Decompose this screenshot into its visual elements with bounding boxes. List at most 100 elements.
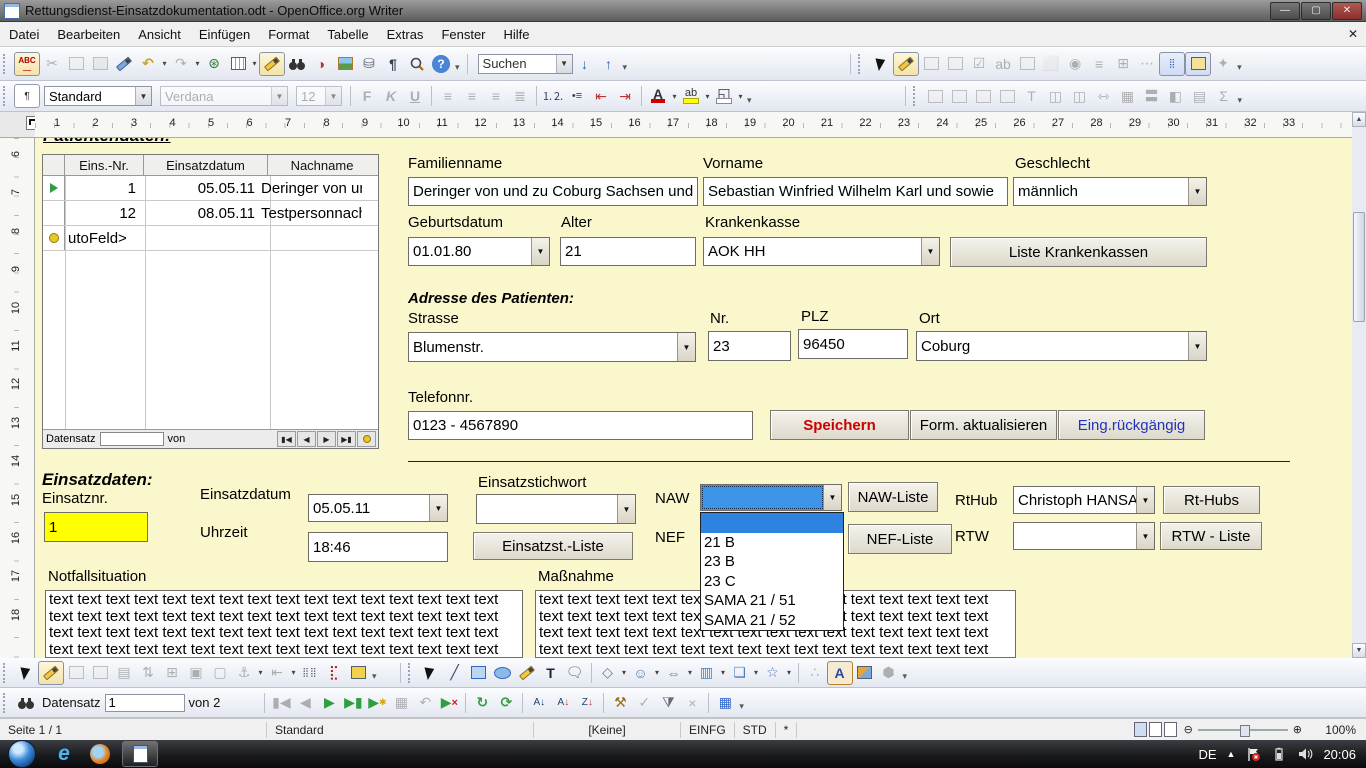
symbol-shapes-dropdown-icon[interactable]: ▾ [653, 668, 662, 677]
fd-form-navigator-icon[interactable]: ▤ [112, 662, 136, 684]
data-sources-icon[interactable]: ⛁ [357, 53, 381, 75]
vertical-scrollbar[interactable]: ▲ ▼ [1352, 112, 1366, 658]
fd-ungroup-icon[interactable]: ▢ [208, 662, 232, 684]
menu-bearbeiten[interactable]: Bearbeiten [48, 24, 129, 45]
select-icon[interactable] [869, 53, 893, 75]
data-source-as-table-icon[interactable]: ▦ [713, 692, 737, 714]
font-name-combo[interactable]: Verdana ▼ [160, 86, 288, 106]
table-last-record-icon[interactable]: ▶▮ [337, 431, 356, 447]
align-left-icon[interactable]: ≡ [436, 85, 460, 107]
table-row[interactable]: 105.05.11Deringer von und zu Coburg [43, 176, 378, 201]
search-combo[interactable]: Suchen ▼ [478, 54, 573, 74]
from-file-icon[interactable] [853, 662, 877, 684]
record-number-input[interactable]: 1 [105, 694, 185, 712]
naw-option-sama-21-51[interactable]: SAMA 21 / 51 [701, 591, 843, 611]
close-document-icon[interactable]: ✕ [1348, 27, 1358, 41]
gallery-icon[interactable] [333, 53, 357, 75]
find-next-icon[interactable]: ↓ [573, 53, 597, 75]
horizontal-ruler[interactable]: 1234567891011121314151617181920212223242… [35, 112, 1352, 138]
view-book-icon[interactable] [1164, 722, 1177, 737]
undo-data-icon[interactable]: ↶ [413, 692, 437, 714]
strasse-combo[interactable]: Blumenstr.▼ [408, 332, 696, 362]
current-record-icon[interactable] [43, 176, 65, 200]
status-zoom-value[interactable]: 100% [1308, 723, 1356, 737]
menu-datei[interactable]: Datei [0, 24, 48, 45]
copy-icon[interactable] [64, 53, 88, 75]
cell-einsatzdatum[interactable]: 05.05.11 [139, 176, 258, 200]
callouts-dropdown-icon[interactable]: ▾ [752, 668, 761, 677]
scroll-down-icon[interactable]: ▼ [1352, 643, 1366, 658]
formdesign-overflow-icon[interactable]: ▾ [372, 671, 377, 682]
delete-record-icon[interactable]: ▶× [437, 692, 461, 714]
format-overflow-icon[interactable]: ▾ [747, 95, 752, 106]
find-replace-icon[interactable] [285, 53, 309, 75]
italic-icon[interactable]: K [379, 85, 403, 107]
new-record-row-icon[interactable] [43, 226, 65, 250]
more-controls-icon[interactable]: ⋯ [1135, 53, 1159, 75]
einsatznr-input[interactable]: 1 [44, 512, 148, 542]
draw-line-icon[interactable]: ╱ [443, 662, 467, 684]
draw-callout-icon[interactable]: 🗨 [563, 662, 587, 684]
ort-combo[interactable]: Coburg▼ [916, 331, 1207, 361]
rthub-combo[interactable]: Christoph HANSA▼ [1013, 486, 1155, 514]
drawing-overflow-icon[interactable]: ▾ [903, 671, 908, 682]
fd-add-field-icon[interactable]: ⊞ [160, 662, 184, 684]
autofilter-icon[interactable]: ⚒ [608, 692, 632, 714]
minimize-button[interactable]: — [1270, 2, 1300, 20]
stars-icon[interactable]: ☆ [761, 662, 785, 684]
styles-window-icon[interactable]: ¶ [14, 84, 40, 108]
automatic-control-focus-icon[interactable]: ⣿ [1159, 52, 1185, 76]
new-record-icon[interactable]: ▶✱ [365, 692, 389, 714]
action-center-flag-icon[interactable] [1245, 746, 1261, 762]
tray-show-hidden-icons[interactable]: ▲ [1227, 749, 1236, 759]
paste-icon[interactable] [88, 53, 112, 75]
remove-filter-icon[interactable]: × [680, 692, 704, 714]
drawing-grip[interactable] [408, 663, 415, 683]
list-box-icon[interactable]: ≡ [1087, 53, 1111, 75]
draw-select-icon[interactable] [419, 662, 443, 684]
fd-activation-order-icon[interactable]: ⇅ [136, 662, 160, 684]
zoom-in-icon[interactable]: ⊕ [1293, 723, 1302, 736]
refresh-control-icon[interactable]: ⟳ [494, 692, 518, 714]
vorname-input[interactable]: Sebastian Winfried Wilhelm Karl und sowi… [703, 177, 1008, 206]
plz-input[interactable]: 96450 [798, 329, 908, 359]
start-button[interactable] [8, 740, 36, 768]
toolbar-overflow-icon[interactable]: ▾ [455, 62, 460, 73]
form-aktualisieren-button[interactable]: Form. aktualisieren [910, 410, 1057, 440]
fd-group-icon[interactable]: ▣ [184, 662, 208, 684]
fd-align-dropdown-icon[interactable]: ▾ [289, 668, 298, 677]
guides-when-moving-icon[interactable] [346, 662, 370, 684]
col-einsatzdatum[interactable]: Einsatzdatum [144, 155, 268, 175]
krankenkasse-combo[interactable]: AOK HH▼ [703, 237, 940, 266]
view-multi-page-icon[interactable] [1149, 722, 1162, 737]
fd-anchor-dropdown-icon[interactable]: ▾ [256, 668, 265, 677]
prev-record-icon[interactable]: ◀ [293, 692, 317, 714]
optimize-icon[interactable]: ⇿ [1092, 85, 1116, 107]
cell-eins-nr[interactable]: 1 [65, 176, 139, 200]
undo-icon[interactable]: ↶ [136, 53, 160, 75]
telefonnr-input[interactable]: 0123 - 4567890 [408, 411, 753, 440]
increase-indent-icon[interactable]: ⇥ [613, 85, 637, 107]
highlighting-dropdown-icon[interactable]: ▾ [703, 92, 712, 101]
extrusion-icon[interactable]: ⬢ [877, 662, 901, 684]
tray-language[interactable]: DE [1198, 747, 1216, 762]
basic-shapes-icon[interactable]: ◇ [596, 662, 620, 684]
naw-liste-button[interactable]: NAW-Liste [848, 482, 938, 512]
spellcheck-icon[interactable]: ABC﹏ [14, 52, 40, 76]
next-record-icon[interactable]: ▶ [317, 692, 341, 714]
draw-freeform-icon[interactable] [515, 662, 539, 684]
split-cells-icon[interactable]: ◫ [1068, 85, 1092, 107]
save-record-icon[interactable]: ▦ [389, 692, 413, 714]
size-dropdown-icon[interactable]: ▼ [325, 87, 341, 105]
cell-eins-nr[interactable]: utoFeld> [65, 226, 139, 250]
table-new-record-icon[interactable] [357, 431, 376, 447]
status-style[interactable]: Standard [267, 722, 534, 738]
naw-option-21-b[interactable]: 21 B [701, 533, 843, 553]
fd-align-icon[interactable]: ⇤ [265, 662, 289, 684]
fd-control-properties-icon[interactable] [64, 662, 88, 684]
naw-combo[interactable]: ▼ [700, 484, 842, 511]
delete-column-icon[interactable] [996, 85, 1020, 107]
einsatzdatum-combo[interactable]: 05.05.11▼ [308, 494, 448, 522]
line-style-icon[interactable]: 〓 [1140, 85, 1164, 107]
font-color-dropdown-icon[interactable]: ▾ [670, 92, 679, 101]
